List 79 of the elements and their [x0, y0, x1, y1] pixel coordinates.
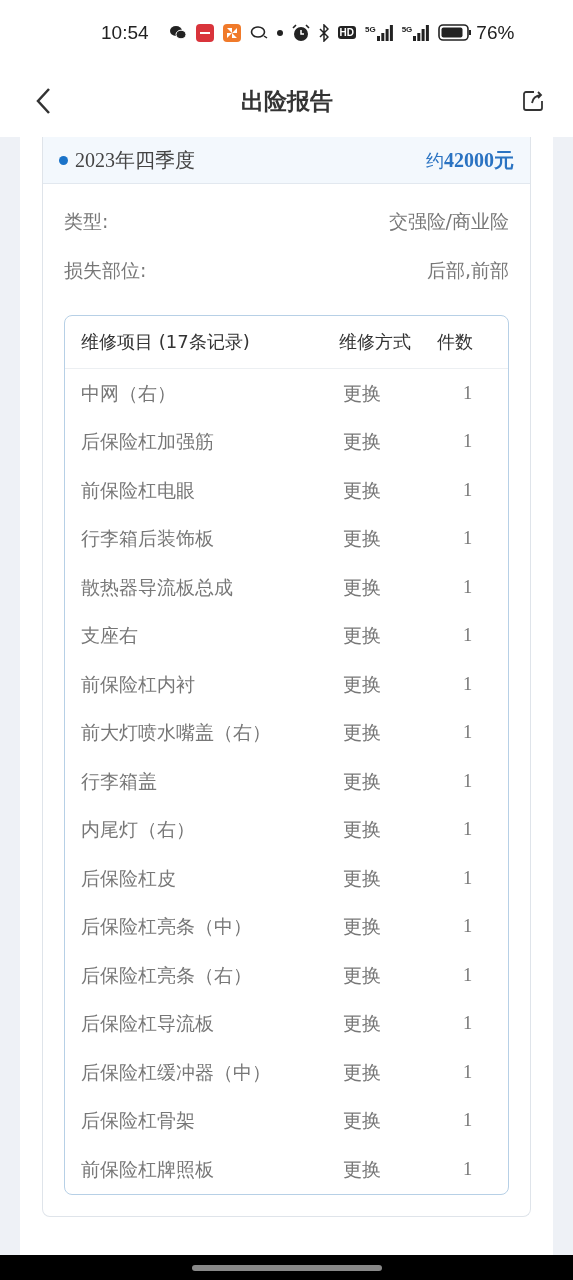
chat-icon: [168, 25, 187, 40]
table-cell-text: 更换: [342, 866, 382, 891]
table-cell-text: 前保险杠牌照板: [81, 1157, 215, 1182]
table-cell-text: 更换: [342, 527, 382, 552]
alarm-icon: [291, 23, 310, 42]
share-icon[interactable]: [522, 90, 544, 112]
column-header: 维修方式: [339, 330, 412, 354]
info-value: 交强险/商业险: [388, 208, 509, 234]
table-cell-text: 行李箱盖: [81, 769, 158, 794]
table-cell-text: 1: [462, 722, 474, 744]
network-label: 5G: [365, 24, 376, 34]
report-period: 2023年四季度: [75, 147, 195, 173]
hd-badge: HD: [337, 26, 356, 39]
dot-icon: [276, 29, 283, 36]
table-cell-text: 更换: [342, 672, 382, 697]
table-cell-text: 1: [462, 528, 474, 550]
network-label: 5G: [401, 24, 413, 34]
table-cell-text: 中网（右）: [81, 381, 177, 406]
battery-icon: [438, 24, 473, 41]
report-amount: 约42000元: [426, 147, 514, 173]
table-cell-text: 更换: [342, 1012, 382, 1037]
column-header: 维修项目 (17条记录): [81, 330, 251, 354]
table-cell-text: 更换: [342, 1060, 382, 1085]
table-cell-text: 1: [462, 1013, 474, 1035]
table-cell-text: 1: [462, 916, 474, 938]
info-label: 类型:: [64, 208, 109, 234]
table-cell-text: 更换: [342, 624, 382, 649]
battery-percent: 76%: [476, 21, 515, 44]
table-cell-text: 更换: [342, 818, 382, 843]
table-cell-text: 更换: [342, 430, 382, 455]
table-cell-text: 更换: [342, 915, 382, 940]
table-cell-text: 更换: [342, 575, 382, 600]
table-cell-text: 更换: [342, 1109, 382, 1134]
table-cell-text: 后保险杠缓冲器（中）: [81, 1060, 272, 1085]
signal-icon: [413, 24, 430, 41]
info-label: 损失部位:: [64, 257, 147, 283]
table-cell-text: 1: [462, 479, 474, 501]
table-cell-text: 1: [462, 964, 474, 986]
table-cell-text: 1: [462, 673, 474, 695]
table-cell-text: 1: [462, 431, 474, 453]
signal-icon: [376, 24, 393, 41]
app-icon: [195, 23, 214, 42]
pinwheel-icon: [222, 23, 241, 42]
table-cell-text: 1: [462, 1061, 474, 1083]
table-cell-text: 后保险杠亮条（中）: [81, 915, 253, 940]
table-cell-text: 1: [462, 576, 474, 598]
back-icon[interactable]: [35, 87, 51, 115]
table-cell-text: 支座右: [81, 624, 139, 649]
table-cell-text: 后保险杠皮: [81, 866, 177, 891]
table-cell-text: 更换: [342, 963, 382, 988]
page-title: 出险报告: [240, 86, 333, 116]
table-cell-text: 后保险杠亮条（右）: [81, 963, 253, 988]
info-value: 后部,前部: [426, 257, 509, 283]
table-cell-text: 后保险杠加强筋: [81, 430, 215, 455]
bluetooth-icon: [318, 23, 329, 42]
table-cell-text: 1: [462, 625, 474, 647]
bullet-icon: [59, 155, 68, 165]
table-cell-text: 更换: [342, 381, 382, 406]
table-cell-text: 1: [462, 819, 474, 841]
table-cell-text: 前保险杠电眼: [81, 478, 196, 503]
table-cell-text: 更换: [342, 769, 382, 794]
table-cell-text: 更换: [342, 1157, 382, 1182]
home-indicator[interactable]: [191, 1264, 382, 1271]
table-cell-text: 后保险杠导流板: [81, 1012, 215, 1037]
status-time: 10:54: [101, 21, 149, 44]
table-cell-text: 散热器导流板总成: [81, 575, 234, 600]
table-cell-text: 1: [462, 1110, 474, 1132]
table-cell-text: 后保险杠骨架: [81, 1109, 196, 1134]
table-cell-text: 1: [462, 867, 474, 889]
table-cell-text: 1: [462, 1158, 474, 1180]
table-cell-text: 1: [462, 770, 474, 792]
table-cell-text: 行李箱后装饰板: [81, 527, 215, 552]
column-header: 件数: [437, 330, 474, 354]
table-cell-text: 1: [462, 382, 474, 404]
table-cell-text: 前保险杠内衬: [81, 672, 196, 697]
table-cell-text: 前大灯喷水嘴盖（右）: [81, 721, 272, 746]
table-cell-text: 更换: [342, 478, 382, 503]
table-cell-text: 更换: [342, 721, 382, 746]
table-cell-text: 内尾灯（右）: [81, 818, 196, 843]
